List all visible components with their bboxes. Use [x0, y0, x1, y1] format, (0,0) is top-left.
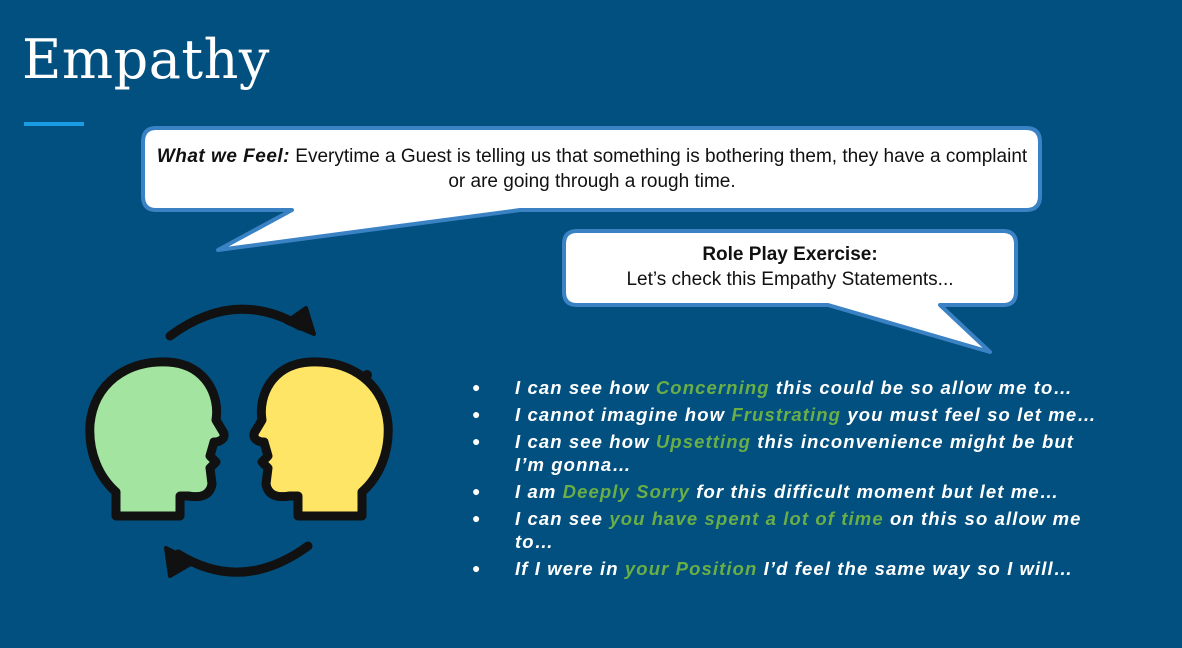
feel-lead: What we Feel:: [156, 146, 291, 167]
feel-body: Everytime a Guest is telling us that som…: [290, 146, 1028, 192]
feel-bubble-text: What we Feel: Everytime a Guest is telli…: [150, 144, 1034, 194]
statement-item: ● I cannot imagine how Frustrating you mu…: [472, 404, 1097, 425]
bullet-icon: ●: [472, 560, 482, 576]
statement-item: ● I can see you have spent a lot of time …: [472, 508, 1082, 552]
bullet-icon: ●: [472, 406, 482, 422]
empathy-statements-list: ● I can see how Concerning this could be …: [470, 376, 1100, 584]
statement-highlight: Upsetting: [655, 431, 752, 452]
yellow-head-icon: [249, 357, 393, 521]
cycle-arrow-top-icon: [165, 304, 316, 341]
statement-item: ● I can see how Concerning this could be …: [472, 377, 1073, 398]
statement-highlight: Concerning: [655, 377, 770, 398]
bullet-icon: ●: [472, 379, 482, 395]
cycle-arrow-bottom-icon: [164, 541, 313, 578]
bullet-icon: ●: [472, 433, 482, 449]
green-head-icon: [85, 357, 229, 521]
roleplay-bubble-text: Role Play Exercise: Let’s check this Emp…: [568, 242, 1012, 292]
head-detail-dot-icon: [362, 370, 372, 380]
statement-item: ● If I were in your Position I’d feel the…: [472, 558, 1074, 579]
bullet-icon: ●: [472, 510, 482, 526]
empathy-heads-illustration: [85, 304, 393, 578]
bullet-icon: ●: [472, 483, 482, 499]
statement-item: ● I can see how Upsetting this inconvenie…: [472, 431, 1075, 475]
statement-highlight: Frustrating: [731, 404, 842, 425]
statement-item: ● I am Deeply Sorry for this difficult mo…: [472, 481, 1060, 502]
statement-highlight: you have spent a lot of time: [609, 508, 884, 529]
roleplay-body: Let’s check this Empathy Statements...: [626, 269, 954, 290]
statement-highlight: your Position: [624, 558, 758, 579]
statement-highlight: Deeply Sorry: [562, 481, 691, 502]
roleplay-heading: Role Play Exercise:: [702, 244, 878, 265]
